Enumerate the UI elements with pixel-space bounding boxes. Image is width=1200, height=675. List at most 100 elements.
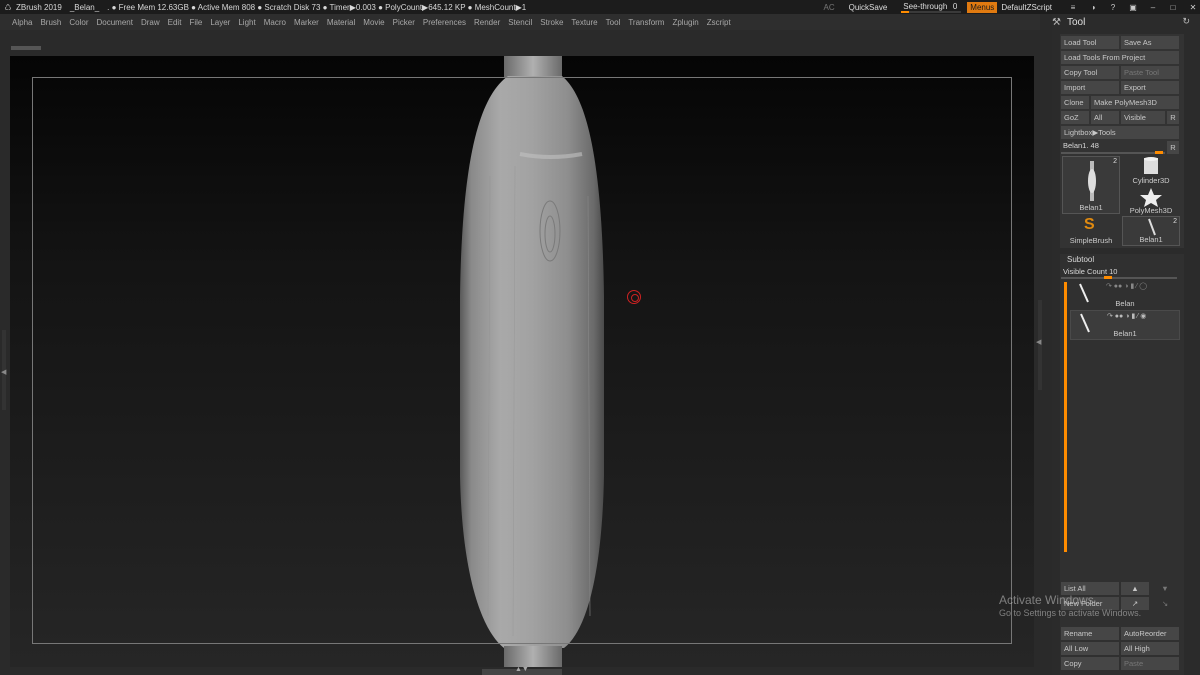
tool-thumb-belan1-2[interactable]: 2 Belan1 — [1122, 216, 1180, 246]
subtool-item-belan[interactable]: ↷ ●● ◑ ▮ ⁄ ◯ Belan — [1070, 281, 1180, 309]
autoreorder-button[interactable]: AutoReorder — [1121, 627, 1179, 640]
tool-thumb-cylinder3d[interactable]: Cylinder3D — [1122, 156, 1180, 186]
load-tools-from-project-button[interactable]: Load Tools From Project — [1061, 51, 1179, 64]
visible-count-slider-thumb[interactable] — [1104, 276, 1112, 279]
menu-light[interactable]: Light — [238, 18, 255, 27]
menu-zscript[interactable]: Zscript — [707, 18, 731, 27]
current-tool-label: Belan1. 48 — [1063, 141, 1099, 150]
left-tray-arrow-icon[interactable]: ◀ — [1, 368, 6, 376]
goz-r-button[interactable]: R — [1167, 111, 1179, 124]
ui-color-icon[interactable]: ◑ — [1086, 1, 1100, 13]
menu-picker[interactable]: Picker — [393, 18, 415, 27]
document-frame — [32, 77, 1012, 644]
menu-edit[interactable]: Edit — [168, 18, 182, 27]
model-neck-bottom — [504, 646, 562, 667]
menu-render[interactable]: Render — [474, 18, 500, 27]
arrow-down-right-icon[interactable]: ↘ — [1151, 597, 1179, 610]
subtool-flag-icons[interactable]: ↷ ●● ◑ ▮ ⁄ ◯ — [1106, 282, 1147, 290]
move-down-icon[interactable]: ▼ — [1151, 582, 1179, 595]
document-canvas[interactable] — [10, 56, 1034, 667]
tool-panel: ⚒ Tool ↻ Load Tool Save As Load Tools Fr… — [1052, 14, 1200, 675]
menu-material[interactable]: Material — [327, 18, 355, 27]
load-tool-button[interactable]: Load Tool — [1061, 36, 1119, 49]
menu-stencil[interactable]: Stencil — [508, 18, 532, 27]
menu-macro[interactable]: Macro — [264, 18, 286, 27]
current-tool-slider[interactable] — [1061, 152, 1165, 154]
menu-movie[interactable]: Movie — [363, 18, 384, 27]
goz-visible-button[interactable]: Visible — [1121, 111, 1165, 124]
subtool-title[interactable]: Subtool — [1067, 255, 1094, 264]
goz-all-button[interactable]: All — [1091, 111, 1119, 124]
paste-button[interactable]: Paste — [1121, 657, 1179, 670]
paste-tool-button[interactable]: Paste Tool — [1121, 66, 1179, 79]
visible-count-label: Visible Count 10 — [1063, 267, 1118, 276]
tool-thumb-label: Belan1 — [1139, 235, 1163, 244]
help-icon[interactable]: ? — [1106, 1, 1120, 13]
menu-tool[interactable]: Tool — [606, 18, 621, 27]
menu-layer[interactable]: Layer — [210, 18, 230, 27]
title-bar: ♺ ZBrush 2019 _Belan_ . ● Free Mem 12.63… — [0, 0, 1200, 14]
goz-button[interactable]: GoZ — [1061, 111, 1089, 124]
menu-color[interactable]: Color — [69, 18, 88, 27]
tool-thumb-count: 2 — [1173, 218, 1177, 225]
menus-button[interactable]: Menus — [967, 1, 998, 13]
tool-panel-title: Tool — [1066, 16, 1086, 28]
clone-button[interactable]: Clone — [1061, 96, 1089, 109]
rename-button[interactable]: Rename — [1061, 627, 1119, 640]
tool-thumb-label: Belan1 — [1079, 203, 1103, 212]
make-polymesh3d-button[interactable]: Make PolyMesh3D — [1091, 96, 1179, 109]
bottom-shelf-handle[interactable]: ▲▼ — [482, 666, 562, 675]
all-low-button[interactable]: All Low — [1061, 642, 1119, 655]
tool-thumb-belan1[interactable]: 2 Belan1 — [1062, 156, 1120, 214]
menu-brush[interactable]: Brush — [40, 18, 61, 27]
current-tool-r-button[interactable]: R — [1167, 141, 1179, 154]
lock-icon[interactable]: ▣ — [1126, 1, 1140, 13]
subtool-item-belan1[interactable]: ↷ ●● ◑ ▮ ⁄ ◉ Belan1 — [1070, 310, 1180, 340]
app-title: ZBrush 2019 — [16, 2, 62, 12]
menu-zplugin[interactable]: Zplugin — [672, 18, 698, 27]
menu-draw[interactable]: Draw — [141, 18, 160, 27]
simplebrush-s-icon: S — [1084, 216, 1095, 233]
hammer-icon: ⚒ — [1052, 16, 1061, 28]
top-shelf-handle[interactable] — [11, 46, 41, 50]
menu-file[interactable]: File — [189, 18, 202, 27]
default-zscript-button[interactable]: DefaultZScript — [1001, 3, 1052, 12]
menu-alpha[interactable]: Alpha — [12, 18, 32, 27]
visible-count-slider[interactable] — [1061, 277, 1177, 279]
close-icon[interactable]: ✕ — [1186, 1, 1200, 13]
menu-document[interactable]: Document — [97, 18, 133, 27]
menu-preferences[interactable]: Preferences — [423, 18, 466, 27]
subtool-scrollbar[interactable] — [1064, 282, 1067, 552]
menu-stroke[interactable]: Stroke — [540, 18, 563, 27]
tool-thumb-simplebrush[interactable]: S SimpleBrush — [1062, 216, 1120, 246]
reset-icon[interactable]: ↻ — [1182, 16, 1190, 27]
tool-panel-header[interactable]: ⚒ Tool ↻ — [1052, 14, 1200, 30]
see-through-slider[interactable]: See-through 0 — [901, 1, 962, 13]
menu-bar: Alpha Brush Color Document Draw Edit Fil… — [0, 14, 1040, 30]
copy-button[interactable]: Copy — [1061, 657, 1119, 670]
layout-icon[interactable]: ≡ — [1066, 1, 1080, 13]
stats-readout: . ● Free Mem 12.63GB ● Active Mem 808 ● … — [107, 2, 527, 12]
menu-marker[interactable]: Marker — [294, 18, 319, 27]
minimize-icon[interactable]: – — [1146, 1, 1160, 13]
tool-thumb-polymesh3d[interactable]: PolyMesh3D — [1122, 186, 1180, 216]
see-through-value: 0 — [952, 1, 958, 11]
bottom-arrow-icon[interactable]: ▲▼ — [515, 666, 529, 673]
import-button[interactable]: Import — [1061, 81, 1119, 94]
menu-transform[interactable]: Transform — [628, 18, 664, 27]
zbrush-logo-icon: ♺ — [4, 2, 12, 12]
export-button[interactable]: Export — [1121, 81, 1179, 94]
all-high-button[interactable]: All High — [1121, 642, 1179, 655]
right-tray-arrow-icon[interactable]: ◀ — [1036, 338, 1041, 346]
lightbox-tools-button[interactable]: Lightbox▶Tools — [1061, 126, 1179, 139]
maximize-icon[interactable]: □ — [1166, 1, 1180, 13]
copy-tool-button[interactable]: Copy Tool — [1061, 66, 1119, 79]
save-as-button[interactable]: Save As — [1121, 36, 1179, 49]
cylinder-icon — [1144, 157, 1158, 174]
activate-windows-watermark: Activate Windows Go to Settings to activ… — [999, 593, 1141, 618]
subtool-flag-icons[interactable]: ↷ ●● ◑ ▮ ⁄ ◉ — [1107, 312, 1146, 320]
current-tool-slider-thumb[interactable] — [1155, 151, 1163, 154]
quicksave-button[interactable]: QuickSave — [849, 3, 888, 12]
ac-toggle[interactable]: AC — [823, 3, 834, 12]
menu-texture[interactable]: Texture — [571, 18, 597, 27]
